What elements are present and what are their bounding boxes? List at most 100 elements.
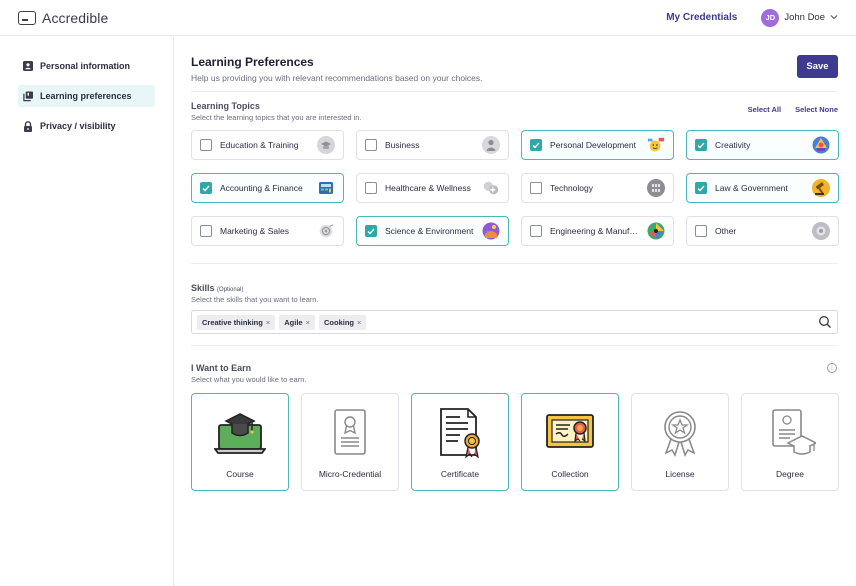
checkbox[interactable] <box>200 139 212 151</box>
topic-business[interactable]: Business <box>356 130 509 160</box>
save-button[interactable]: Save <box>797 55 838 78</box>
chip-label: Cooking <box>323 317 354 327</box>
earn-label: Micro-Credential <box>318 469 382 479</box>
earn-grid: Course Micro-Credential Certificate Coll… <box>191 393 839 491</box>
micro-credential-icon <box>334 409 366 455</box>
brand-mark-icon <box>18 10 36 25</box>
topic-label: Personal Development <box>550 140 636 150</box>
sidebar-item-label: Personal information <box>40 61 131 71</box>
skills-input[interactable]: Creative thinking × Agile × Cooking × <box>191 310 838 334</box>
checkbox[interactable] <box>530 182 542 194</box>
topic-label: Technology <box>550 183 594 193</box>
earn-micro-credential-card[interactable]: Micro-Credential <box>301 393 399 491</box>
topic-label: Healthcare & Wellness <box>385 183 471 193</box>
user-name: John Doe <box>784 12 825 23</box>
earn-section: I Want to Earn Select what you would lik… <box>191 363 839 491</box>
checkbox[interactable] <box>695 139 707 151</box>
section-title: Skills (Optional) <box>191 283 838 293</box>
topic-label: Science & Environment <box>385 226 474 236</box>
optional-tag: (Optional) <box>217 287 244 293</box>
remove-chip-icon[interactable]: × <box>266 318 270 327</box>
skill-chip: Creative thinking × <box>197 314 276 330</box>
section-title: I Want to Earn <box>191 363 252 373</box>
engineering-icon <box>647 222 665 240</box>
topic-label: Law & Government <box>715 183 788 193</box>
earn-collection-card[interactable]: Collection <box>521 393 619 491</box>
checkbox[interactable] <box>530 139 542 151</box>
topic-technology[interactable]: Technology <box>521 173 674 203</box>
checkbox[interactable] <box>695 225 707 237</box>
sidebar-item-personal-information[interactable]: Personal information <box>18 55 155 77</box>
checkbox[interactable] <box>530 225 542 237</box>
sidebar: Personal information Learning preference… <box>0 37 174 586</box>
topic-education-training[interactable]: Education & Training <box>191 130 344 160</box>
sidebar-item-label: Learning preferences <box>40 91 132 101</box>
skills-section: Skills (Optional) Select the skills that… <box>191 283 838 334</box>
topic-label: Marketing & Sales <box>220 226 289 236</box>
topic-personal-development[interactable]: Personal Development <box>521 130 674 160</box>
brand-name: Accredible <box>42 9 109 26</box>
license-badge-icon <box>664 411 696 457</box>
checkbox[interactable] <box>695 182 707 194</box>
skills-title: Skills <box>191 283 215 293</box>
topic-label: Engineering & Manufacturing <box>550 226 639 236</box>
brand-logo[interactable]: Accredible <box>18 10 108 26</box>
search-icon[interactable] <box>818 315 832 329</box>
topic-label: Education & Training <box>220 140 299 150</box>
collection-icon <box>546 414 594 448</box>
degree-icon <box>772 409 816 455</box>
info-icon[interactable]: i <box>827 363 837 373</box>
earn-license-card[interactable]: License <box>631 393 729 491</box>
checkbox[interactable] <box>200 225 212 237</box>
top-bar: Accredible My Credentials JD John Doe <box>0 0 856 36</box>
technology-icon <box>647 179 665 197</box>
earn-course-card[interactable]: Course <box>191 393 289 491</box>
topic-grid: Education & Training Business Personal D… <box>191 130 839 246</box>
topic-creativity[interactable]: Creativity <box>686 130 839 160</box>
earn-label: Degree <box>776 469 804 479</box>
topic-label: Accounting & Finance <box>220 183 303 193</box>
page-header: Learning Preferences Help us providing y… <box>191 55 838 92</box>
laptop-graduation-icon <box>214 413 266 454</box>
topic-marketing-sales[interactable]: Marketing & Sales <box>191 216 344 246</box>
section-title: Learning Topics <box>191 101 260 111</box>
topic-healthcare-wellness[interactable]: Healthcare & Wellness <box>356 173 509 203</box>
checkbox[interactable] <box>365 139 377 151</box>
science-icon <box>482 222 500 240</box>
book-stack-icon <box>23 91 33 101</box>
select-none-link[interactable]: Select None <box>795 105 838 114</box>
earn-label: License <box>665 469 695 479</box>
topic-accounting-finance[interactable]: Accounting & Finance <box>191 173 344 203</box>
section-subtitle: Select the skills that you want to learn… <box>191 295 319 304</box>
lock-icon <box>23 120 33 132</box>
select-all-link[interactable]: Select All <box>748 105 782 114</box>
healthcare-icon <box>482 179 500 197</box>
skill-chip: Cooking × <box>318 314 367 330</box>
topic-engineering-manufacturing[interactable]: Engineering & Manufacturing <box>521 216 674 246</box>
topic-law-government[interactable]: Law & Government <box>686 173 839 203</box>
section-subtitle: Select the learning topics that you are … <box>191 113 362 122</box>
my-credentials-link[interactable]: My Credentials <box>666 12 737 23</box>
remove-chip-icon[interactable]: × <box>306 318 310 327</box>
earn-label: Certificate <box>440 469 480 479</box>
checkbox[interactable] <box>365 182 377 194</box>
remove-chip-icon[interactable]: × <box>357 318 361 327</box>
topic-other[interactable]: Other <box>686 216 839 246</box>
earn-label: Course <box>226 469 254 479</box>
sidebar-item-privacy-visibility[interactable]: Privacy / visibility <box>18 115 155 137</box>
earn-label: Collection <box>551 469 589 479</box>
law-icon <box>812 179 830 197</box>
topic-science-environment[interactable]: Science & Environment <box>356 216 509 246</box>
personal-development-icon <box>647 136 665 154</box>
checkbox[interactable] <box>365 225 377 237</box>
page-title: Learning Preferences <box>191 55 314 69</box>
user-menu[interactable]: JD John Doe <box>761 8 838 27</box>
creativity-icon <box>812 136 830 154</box>
skill-chip: Agile × <box>279 314 315 330</box>
earn-certificate-card[interactable]: Certificate <box>411 393 509 491</box>
checkbox[interactable] <box>200 182 212 194</box>
earn-degree-card[interactable]: Degree <box>741 393 839 491</box>
sidebar-item-learning-preferences[interactable]: Learning preferences <box>18 85 155 107</box>
business-icon <box>482 136 500 154</box>
avatar: JD <box>761 8 780 27</box>
